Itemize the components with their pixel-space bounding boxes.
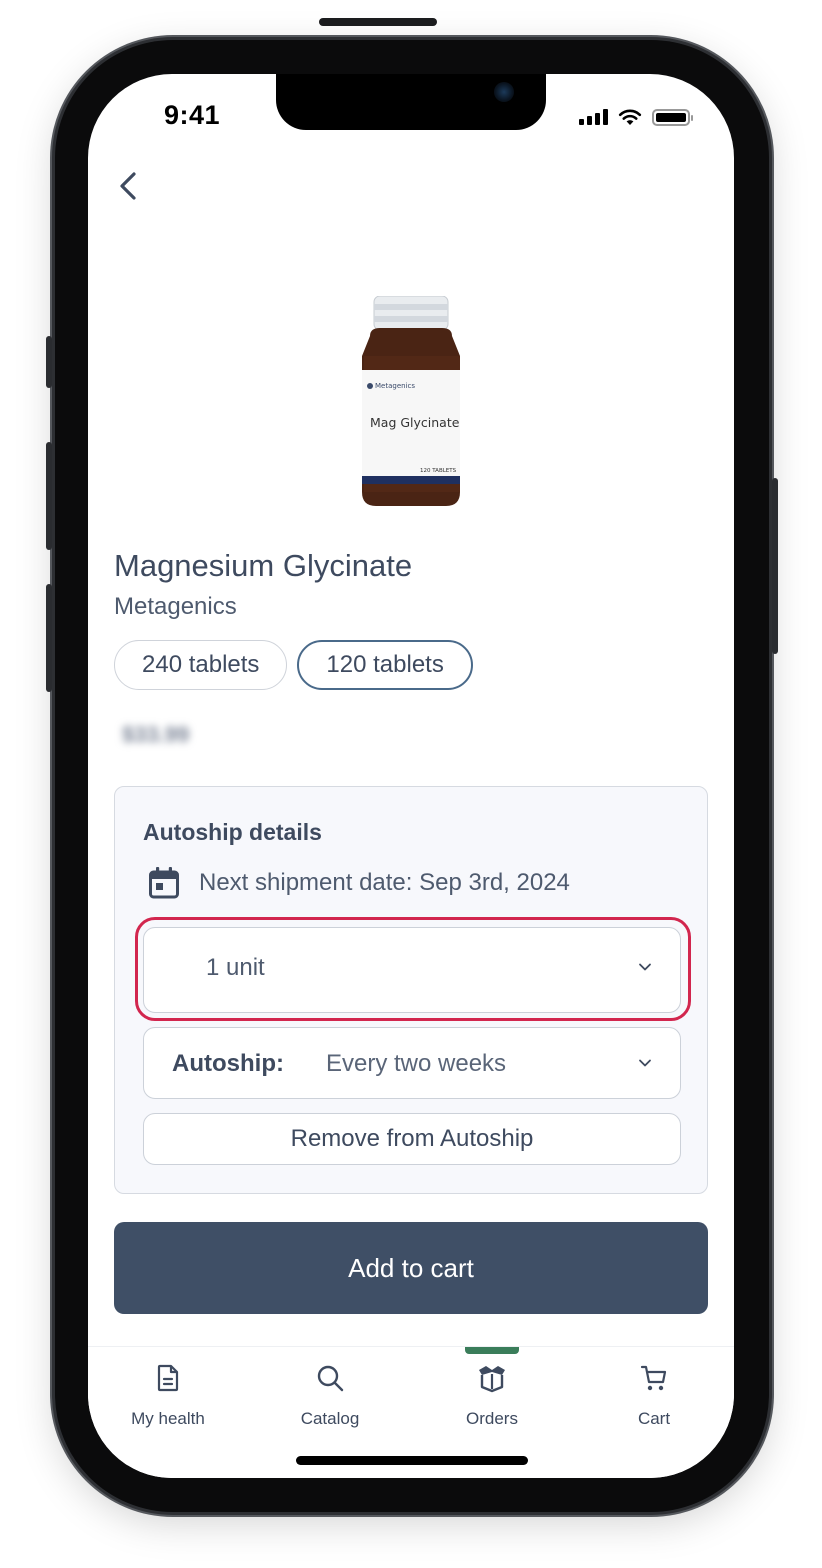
chevron-down-icon (639, 1059, 651, 1067)
app-screen: 9:41 Metagenics Mag Glycinate 120 TABLET… (88, 74, 734, 1478)
tab-my-health[interactable]: My health (108, 1347, 228, 1447)
mute-switch (46, 336, 52, 388)
volume-up-button (46, 442, 52, 550)
search-icon (317, 1365, 344, 1392)
status-icons (579, 108, 693, 126)
tab-label: Orders (466, 1409, 518, 1428)
product-title: Magnesium Glycinate (114, 548, 413, 583)
product-brand: Metagenics (114, 593, 237, 620)
tab-cart[interactable]: Cart (594, 1347, 714, 1447)
size-chip-120[interactable]: 120 tablets (297, 640, 473, 690)
autoship-frequency-value: Every two weeks (326, 1050, 507, 1077)
product-image-label: Mag Glycinate (370, 415, 460, 430)
power-button (772, 478, 778, 654)
next-shipment-date: Next shipment date: Sep 3rd, 2024 (199, 869, 570, 896)
tab-label: Catalog (300, 1409, 360, 1428)
speaker-grille (319, 18, 437, 26)
signal-icon (579, 109, 608, 125)
product-image: Metagenics Mag Glycinate 120 TABLETS (362, 296, 460, 506)
wifi-icon (618, 109, 642, 125)
back-button[interactable] (112, 166, 148, 206)
autoship-frequency-select[interactable]: Autoship: Every two weeks (143, 1027, 681, 1099)
size-chip-240[interactable]: 240 tablets (114, 640, 288, 690)
tab-catalog[interactable]: Catalog (270, 1347, 390, 1447)
autoship-title: Autoship details (143, 819, 322, 845)
battery-icon (652, 108, 693, 126)
home-indicator[interactable] (296, 1456, 528, 1465)
add-to-cart-button[interactable]: Add to cart (114, 1222, 708, 1314)
chevron-down-icon (639, 963, 651, 971)
chevron-left-icon (120, 172, 136, 200)
cart-icon (640, 1365, 667, 1391)
tab-label: Cart (637, 1409, 671, 1428)
notch (276, 74, 546, 130)
document-icon (157, 1364, 179, 1392)
product-image-count: 120 TABLETS (420, 468, 457, 474)
autoship-card: Autoship details Next shipment date: Sep… (114, 786, 708, 1194)
product-image-brand: Metagenics (375, 382, 415, 390)
tab-label: My health (131, 1409, 205, 1428)
box-icon (479, 1366, 505, 1393)
remove-from-autoship-button[interactable]: Remove from Autoship (143, 1113, 681, 1165)
autoship-frequency-label: Autoship: (172, 1050, 284, 1077)
tab-orders[interactable]: Orders (432, 1347, 552, 1447)
calendar-icon (149, 867, 179, 899)
front-camera (494, 82, 514, 102)
status-time: 9:41 (164, 100, 221, 130)
product-price: $33.99 (122, 722, 190, 747)
quantity-value: 1 unit (206, 954, 265, 981)
size-options: 240 tablets 120 tablets (114, 640, 473, 690)
quantity-select[interactable]: 1 unit (143, 927, 681, 1013)
volume-down-button (46, 584, 52, 692)
next-shipment-row: Next shipment date: Sep 3rd, 2024 (149, 867, 570, 899)
